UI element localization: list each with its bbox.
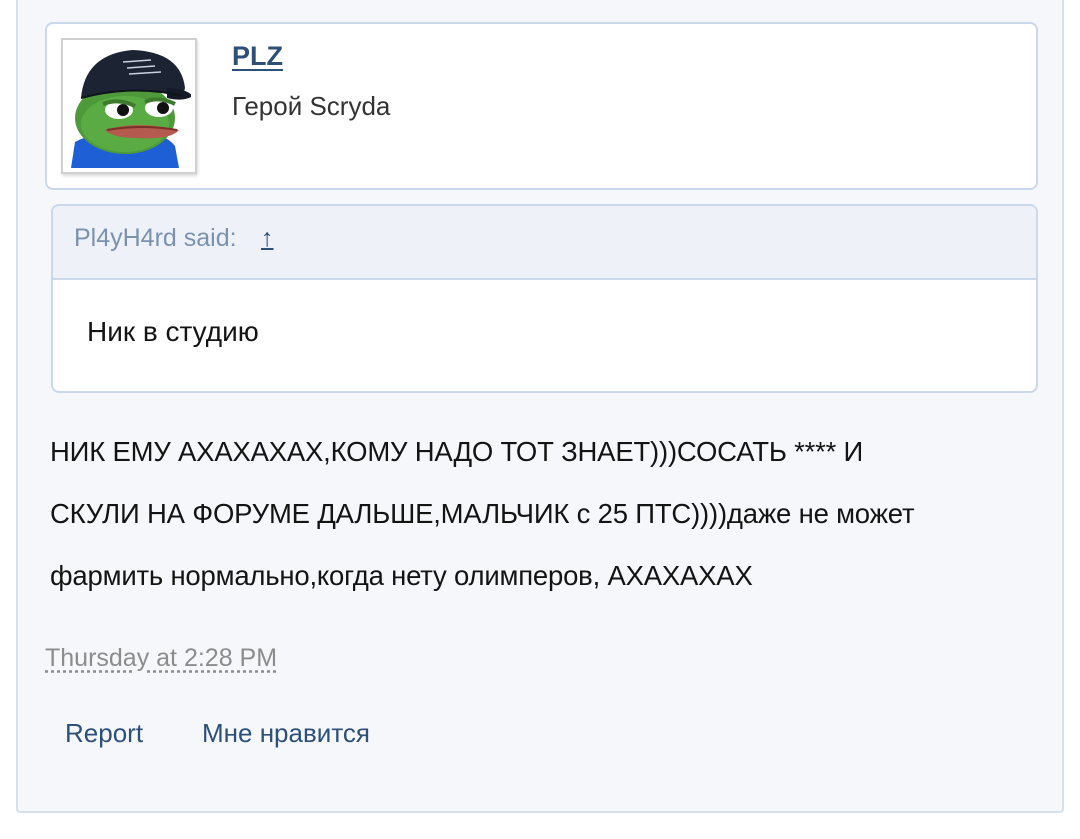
post-timestamp[interactable]: Thursday at 2:28 PM: [45, 644, 277, 673]
avatar[interactable]: [61, 38, 197, 174]
message-body: НИК ЕМУ АХАХАХАХ,КОМУ НАДО ТОТ ЗНАЕТ)))С…: [50, 436, 915, 591]
username-link[interactable]: PLZ: [232, 41, 283, 72]
user-card: PLZ Герой Scryda: [45, 22, 1038, 190]
forum-post: PLZ Герой Scryda Pl4yH4rd said: ↑ Ник в …: [16, 0, 1064, 813]
report-link[interactable]: Report: [65, 718, 143, 749]
like-link[interactable]: Мне нравится: [202, 718, 370, 749]
quote-text: Ник в студию: [87, 316, 259, 347]
user-title: Герой Scryda: [232, 91, 391, 121]
pepe-frog-cap-avatar-icon: [71, 50, 191, 168]
quote-author: Pl4yH4rd said:: [74, 224, 237, 252]
quote-jump-link[interactable]: ↑: [261, 224, 274, 253]
quote-header: Pl4yH4rd said: ↑: [53, 206, 1036, 280]
quote-block: Pl4yH4rd said: ↑ Ник в студию: [51, 204, 1038, 393]
